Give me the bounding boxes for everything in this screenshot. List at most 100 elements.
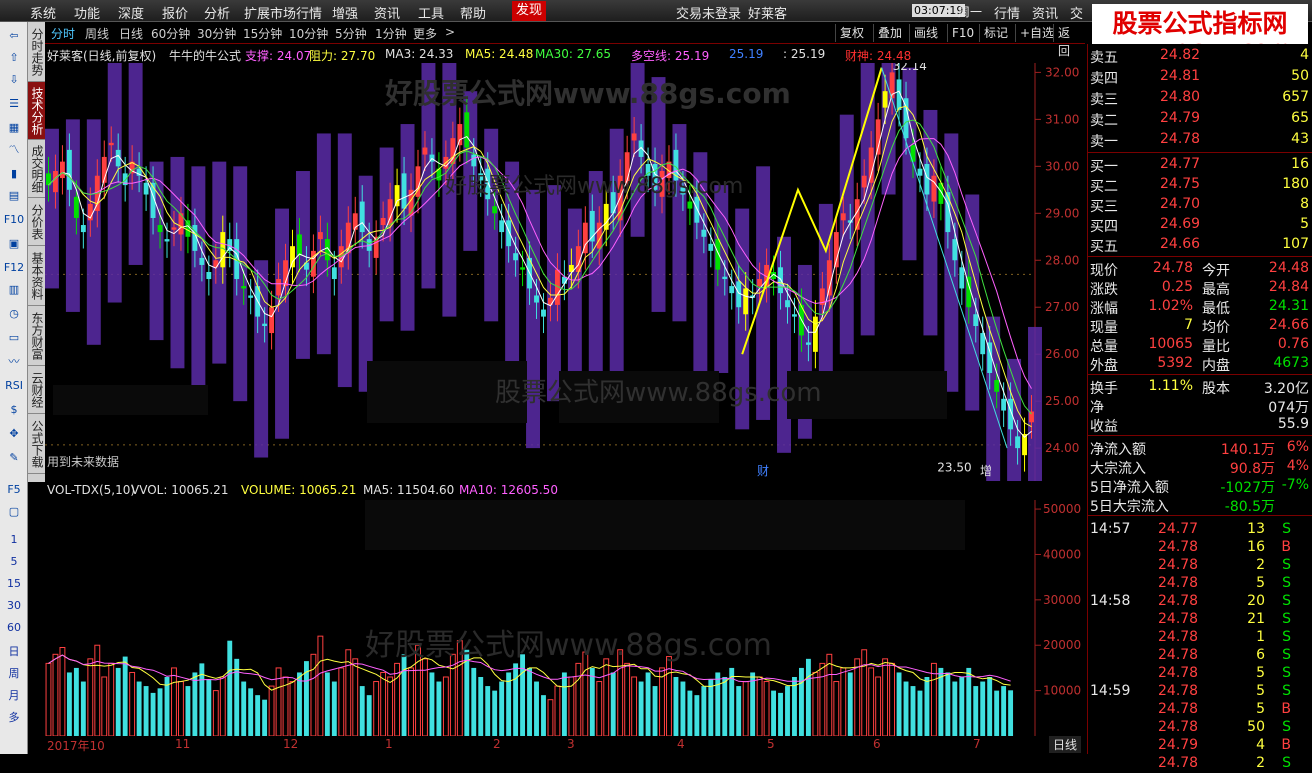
period-15[interactable]: 15 bbox=[4, 574, 24, 592]
volume-bar[interactable] bbox=[387, 676, 394, 736]
candle-body[interactable] bbox=[778, 267, 783, 294]
candle-body[interactable] bbox=[241, 286, 247, 289]
volume-bar[interactable] bbox=[638, 681, 644, 736]
candle-body[interactable] bbox=[980, 333, 986, 355]
candle-body[interactable] bbox=[331, 267, 337, 280]
candle-body[interactable] bbox=[868, 147, 874, 183]
candle-body[interactable] bbox=[143, 182, 149, 195]
volume-bar[interactable] bbox=[980, 681, 986, 736]
candle-body[interactable] bbox=[157, 225, 163, 233]
volume-bar[interactable] bbox=[847, 672, 853, 736]
volume-bar[interactable] bbox=[945, 672, 951, 736]
volume-bar[interactable] bbox=[785, 686, 790, 736]
volume-bar[interactable] bbox=[513, 663, 519, 736]
wave-icon[interactable]: 〰 bbox=[4, 352, 24, 370]
dollar-icon[interactable]: $ bbox=[4, 400, 24, 418]
menu-discover[interactable]: 发现 bbox=[512, 1, 547, 21]
volume-bar[interactable] bbox=[122, 656, 128, 736]
volume-bar[interactable] bbox=[150, 692, 156, 736]
volume-bar[interactable] bbox=[66, 672, 72, 736]
candle-body[interactable] bbox=[492, 206, 498, 214]
monitor-icon[interactable]: ▭ bbox=[4, 328, 24, 346]
volume-bar[interactable] bbox=[485, 686, 491, 736]
tab-week[interactable]: 周线 bbox=[85, 25, 109, 42]
candle-body[interactable] bbox=[534, 295, 539, 303]
volume-bar[interactable] bbox=[206, 679, 212, 736]
candle-body[interactable] bbox=[994, 380, 1000, 392]
tab-5min[interactable]: 5分钟 bbox=[335, 25, 367, 42]
chevron-right-icon[interactable]: > bbox=[445, 25, 455, 39]
volume-bar[interactable] bbox=[973, 686, 979, 736]
volume-bar[interactable] bbox=[499, 681, 505, 736]
volume-bar[interactable] bbox=[631, 676, 638, 736]
volume-bar[interactable] bbox=[1008, 690, 1014, 736]
volume-bar[interactable] bbox=[959, 677, 965, 736]
candle-body[interactable] bbox=[108, 142, 114, 146]
volume-bar[interactable] bbox=[750, 672, 756, 736]
candle-body[interactable] bbox=[269, 307, 275, 334]
candle-body[interactable] bbox=[812, 316, 818, 352]
menu-function[interactable]: 功能 bbox=[74, 3, 100, 22]
candle-body[interactable] bbox=[290, 246, 295, 268]
btn-trade[interactable]: 交 bbox=[1070, 3, 1083, 22]
volume-bar[interactable] bbox=[115, 667, 121, 736]
volume-bar[interactable] bbox=[778, 692, 783, 736]
candle-body[interactable] bbox=[59, 161, 65, 179]
vtab-eastmoney[interactable]: 东方财富 bbox=[28, 306, 45, 366]
candle-body[interactable] bbox=[471, 154, 477, 167]
period-5[interactable]: 5 bbox=[4, 552, 24, 570]
volume-bar[interactable] bbox=[924, 677, 930, 736]
period-label[interactable]: 日线 bbox=[1049, 736, 1082, 753]
back-arrow-icon[interactable]: ⇦ bbox=[4, 26, 24, 44]
f5-icon[interactable]: F5 bbox=[4, 480, 24, 498]
volume-bar[interactable] bbox=[694, 695, 700, 736]
volume-bar[interactable] bbox=[255, 695, 261, 736]
volume-bar[interactable] bbox=[854, 658, 861, 736]
down-arrow-icon[interactable]: ⇩ bbox=[4, 70, 24, 88]
btn-draw[interactable]: 画线 bbox=[909, 24, 942, 42]
candle-body[interactable] bbox=[840, 213, 846, 221]
menu-help[interactable]: 帮助 bbox=[460, 3, 486, 22]
volume-bar[interactable] bbox=[610, 672, 616, 736]
candle-body[interactable] bbox=[805, 342, 811, 345]
volume-bar[interactable] bbox=[297, 672, 302, 736]
candle-body[interactable] bbox=[457, 124, 463, 146]
candle-body[interactable] bbox=[1029, 411, 1034, 423]
period-day[interactable]: 日 bbox=[4, 642, 24, 660]
candle-body[interactable] bbox=[743, 288, 749, 315]
volume-bar[interactable] bbox=[659, 667, 665, 736]
pencil-icon[interactable]: ✎ bbox=[4, 448, 24, 466]
menu-depth[interactable]: 深度 bbox=[118, 3, 144, 22]
list-icon[interactable]: ☰ bbox=[4, 94, 24, 112]
volume-bar[interactable] bbox=[701, 686, 707, 736]
volume-bar[interactable] bbox=[408, 667, 414, 736]
volume-bar[interactable] bbox=[449, 653, 456, 736]
menu-enhance[interactable]: 增强 bbox=[332, 3, 358, 22]
volume-bar[interactable] bbox=[861, 649, 868, 736]
tab-intraday[interactable]: 分时 bbox=[51, 25, 75, 42]
candle-body[interactable] bbox=[959, 267, 965, 289]
move-icon[interactable]: ✥ bbox=[4, 424, 24, 442]
period-1[interactable]: 1 bbox=[4, 530, 24, 548]
candle-body[interactable] bbox=[722, 276, 728, 280]
btn-add-watchlist[interactable]: +自选 bbox=[1015, 24, 1058, 42]
trend-icon[interactable]: 〽 bbox=[4, 140, 24, 158]
btn-overlay[interactable]: 叠加 bbox=[873, 24, 906, 42]
volume-bar[interactable] bbox=[582, 651, 589, 736]
volume-bar[interactable] bbox=[882, 658, 889, 736]
volume-bar[interactable] bbox=[338, 667, 345, 736]
volume-bar[interactable] bbox=[436, 681, 442, 736]
volume-bar[interactable] bbox=[492, 690, 498, 736]
volume-bar[interactable] bbox=[589, 667, 595, 736]
vtab-price-table[interactable]: 分价表 bbox=[28, 198, 45, 246]
candle-body[interactable] bbox=[1001, 398, 1007, 411]
volume-bar[interactable] bbox=[910, 686, 916, 736]
book-icon[interactable]: ▥ bbox=[4, 280, 24, 298]
candle-body[interactable] bbox=[199, 257, 205, 265]
btn-back[interactable]: 返回 bbox=[1053, 24, 1085, 58]
candle-body[interactable] bbox=[694, 196, 700, 223]
volume-bar[interactable] bbox=[603, 658, 610, 736]
volume-bar[interactable] bbox=[896, 672, 902, 736]
candle-body[interactable] bbox=[701, 229, 707, 237]
volume-bar[interactable] bbox=[471, 667, 477, 736]
